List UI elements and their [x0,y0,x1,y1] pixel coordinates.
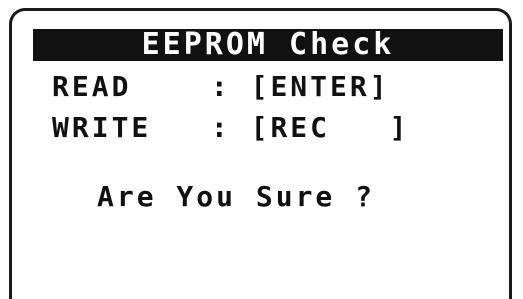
confirm-prompt: Are You Sure ? [97,180,376,213]
read-separator: : [210,70,231,103]
read-option-row: READ : [ENTER] [52,70,390,103]
write-separator: : [210,111,231,144]
write-label: WRITE [52,111,152,144]
title-bar: EEPROM Check [33,29,503,61]
write-key: [REC ] [250,111,410,144]
read-key: [ENTER] [250,70,390,103]
write-option-row: WRITE : [REC ] [52,111,409,144]
screen-title: EEPROM Check [141,27,395,62]
read-label: READ [52,70,132,103]
